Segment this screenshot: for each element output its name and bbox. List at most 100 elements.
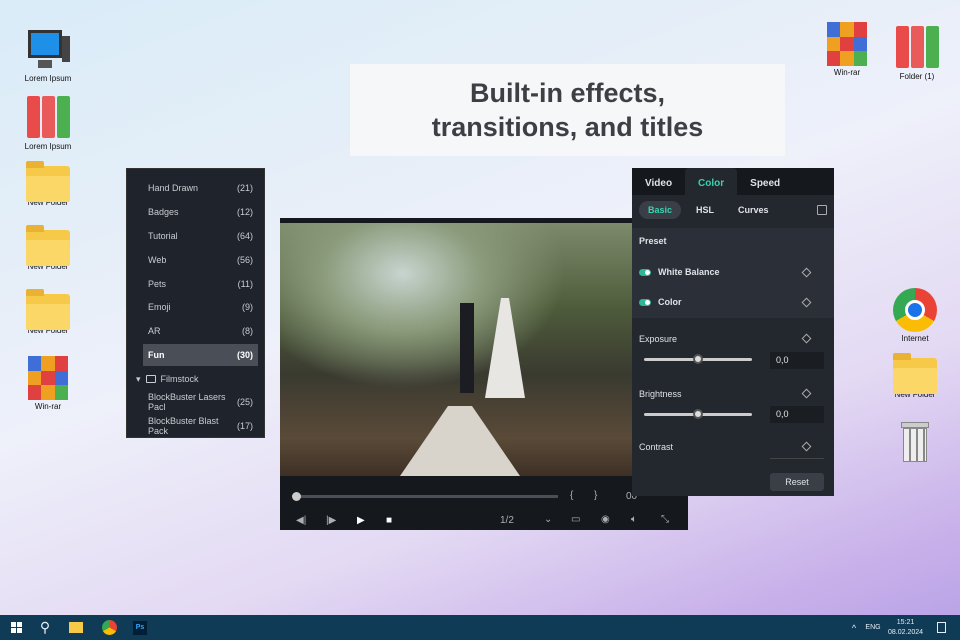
library-item[interactable]: Tutorial (64) bbox=[143, 225, 258, 247]
desktop-icon-recycle-bin[interactable] bbox=[880, 420, 950, 466]
desktop-icon-internet[interactable]: Internet bbox=[880, 288, 950, 343]
chevron-up-icon[interactable]: ^ bbox=[848, 619, 860, 636]
item-count: (9) bbox=[242, 302, 253, 312]
item-name: Emoji bbox=[148, 302, 171, 312]
library-item[interactable]: AR (8) bbox=[143, 320, 258, 342]
library-item[interactable]: Web (56) bbox=[143, 249, 258, 271]
desktop-icon-new-folder-right[interactable]: New Folder bbox=[880, 352, 950, 399]
library-item[interactable]: BlockBuster Lasers Pacl (25) bbox=[143, 391, 258, 413]
color-toggle[interactable] bbox=[639, 298, 651, 306]
desktop-icon-new-folder[interactable]: New Folder bbox=[13, 224, 83, 271]
promo-banner: Built-in effects, transitions, and title… bbox=[350, 64, 785, 156]
play-icon[interactable]: ▶ bbox=[357, 515, 365, 526]
volume-icon[interactable]: 🔈︎ bbox=[631, 514, 637, 525]
brightness-value-input[interactable]: 0,0 bbox=[770, 406, 824, 423]
tab-color[interactable]: Color bbox=[685, 168, 738, 195]
save-icon[interactable] bbox=[817, 205, 827, 215]
chrome-icon bbox=[893, 288, 937, 332]
item-count: (17) bbox=[236, 421, 253, 431]
desktop-icon-new-folder[interactable]: New Folder bbox=[13, 288, 83, 335]
item-name: Badges bbox=[148, 207, 179, 217]
desktop-icon-lorem-ipsum[interactable]: Lorem Ipsum bbox=[13, 28, 83, 83]
chrome-icon[interactable] bbox=[98, 619, 120, 636]
language-indicator[interactable]: ENG bbox=[863, 619, 883, 636]
library-item-selected[interactable]: Fun (30) bbox=[143, 344, 258, 366]
white-balance-toggle[interactable] bbox=[639, 268, 651, 276]
progress-handle[interactable] bbox=[292, 492, 301, 501]
item-count: (21) bbox=[236, 183, 253, 193]
notification-icon[interactable] bbox=[935, 619, 947, 636]
binders-icon bbox=[26, 96, 70, 140]
mark-in-button[interactable]: { bbox=[570, 490, 573, 501]
progress-track[interactable] bbox=[296, 495, 558, 498]
file-explorer-icon[interactable] bbox=[66, 619, 86, 636]
video-preview[interactable] bbox=[280, 223, 688, 476]
subtab-basic[interactable]: Basic bbox=[639, 201, 682, 219]
desktop-icon-label: Win-rar bbox=[34, 402, 62, 411]
item-count: (56) bbox=[236, 255, 253, 265]
desktop-icon-label: Win-rar bbox=[833, 68, 861, 77]
item-count: (64) bbox=[236, 231, 253, 241]
library-item[interactable]: Badges (12) bbox=[143, 201, 258, 223]
item-count: (11) bbox=[237, 279, 253, 289]
search-icon[interactable]: ⚲ bbox=[36, 619, 54, 636]
subtab-hsl[interactable]: HSL bbox=[687, 201, 723, 219]
chevron-down-icon[interactable]: ⌄ bbox=[544, 514, 552, 525]
tab-video[interactable]: Video bbox=[632, 168, 685, 195]
item-count: (25) bbox=[236, 397, 253, 407]
reset-button[interactable]: Reset bbox=[770, 473, 824, 491]
item-name: AR bbox=[148, 326, 161, 336]
desktop-icon-winrar[interactable]: Win-rar bbox=[13, 356, 83, 411]
stop-icon[interactable]: ■ bbox=[386, 515, 392, 526]
mark-out-button[interactable]: } bbox=[594, 490, 597, 501]
item-count: (30) bbox=[236, 350, 253, 360]
item-count: (8) bbox=[242, 326, 253, 336]
folder-icon bbox=[26, 225, 70, 266]
display-icon[interactable]: ▭ bbox=[571, 514, 580, 525]
color-label: Color bbox=[658, 297, 682, 307]
photoshop-icon[interactable]: Ps bbox=[130, 619, 150, 636]
video-player: { } 00 ◀| |▶ ▶ ■ 1/2 ⌄ ▭ ◉ 🔈︎ ⤡ bbox=[280, 218, 688, 530]
preset-label: Preset bbox=[639, 236, 667, 246]
exposure-slider[interactable] bbox=[644, 354, 752, 364]
trash-icon bbox=[893, 420, 937, 464]
item-name: BlockBuster Blast Pack bbox=[148, 416, 219, 436]
library-item[interactable]: Emoji (9) bbox=[143, 296, 258, 318]
binders-icon bbox=[895, 26, 939, 70]
white-balance-label: White Balance bbox=[658, 267, 720, 277]
desktop-icon-label: Lorem Ipsum bbox=[24, 142, 72, 151]
banner-line-2: transitions, and titles bbox=[431, 112, 704, 142]
desktop-icon-label: Internet bbox=[901, 334, 929, 343]
desktop-icon-label: Lorem Ipsum bbox=[24, 74, 72, 83]
windows-start-icon[interactable] bbox=[8, 619, 24, 636]
clock[interactable]: 15:21 08.02.2024 bbox=[888, 618, 923, 638]
next-frame-icon[interactable]: |▶ bbox=[326, 515, 336, 526]
library-item[interactable]: BlockBuster Blast Pack (17) bbox=[143, 415, 258, 437]
subtab-curves[interactable]: Curves bbox=[729, 201, 778, 219]
tab-speed[interactable]: Speed bbox=[737, 168, 793, 195]
winrar-icon bbox=[28, 356, 68, 400]
camera-icon[interactable]: ◉ bbox=[601, 514, 610, 525]
winrar-icon bbox=[827, 22, 867, 66]
folder-outline-icon bbox=[145, 375, 156, 383]
item-name: Fun bbox=[148, 350, 165, 360]
quality-select[interactable]: 1/2 bbox=[500, 515, 514, 526]
expand-arrow-icon: ▾ bbox=[136, 373, 141, 384]
library-item[interactable]: Hand Drawn (21) bbox=[143, 177, 258, 199]
desktop-icon-folder-1[interactable]: Folder (1) bbox=[882, 26, 952, 81]
item-name: Pets bbox=[148, 279, 167, 289]
desktop-icon-label: Folder (1) bbox=[899, 72, 935, 81]
folder-icon bbox=[893, 353, 937, 394]
folder-filmstock[interactable]: ▾ Filmstock bbox=[131, 368, 258, 390]
desktop-icon-winrar-right[interactable]: Win-rar bbox=[812, 22, 882, 77]
desktop-icon-lorem-ipsum-2[interactable]: Lorem Ipsum bbox=[13, 96, 83, 151]
prev-frame-icon[interactable]: ◀| bbox=[296, 515, 306, 526]
exposure-value-input[interactable]: 0,0 bbox=[770, 352, 824, 369]
color-adjust-panel: Video Color Speed Basic HSL Curves Prese… bbox=[632, 168, 834, 496]
monitor-icon bbox=[26, 28, 70, 72]
fullscreen-icon[interactable]: ⤡ bbox=[661, 514, 669, 525]
library-item[interactable]: Pets (11) bbox=[143, 273, 258, 295]
brightness-slider[interactable] bbox=[644, 409, 752, 419]
item-name: BlockBuster Lasers Pacl bbox=[148, 392, 226, 412]
desktop-icon-new-folder[interactable]: New Folder bbox=[13, 160, 83, 207]
